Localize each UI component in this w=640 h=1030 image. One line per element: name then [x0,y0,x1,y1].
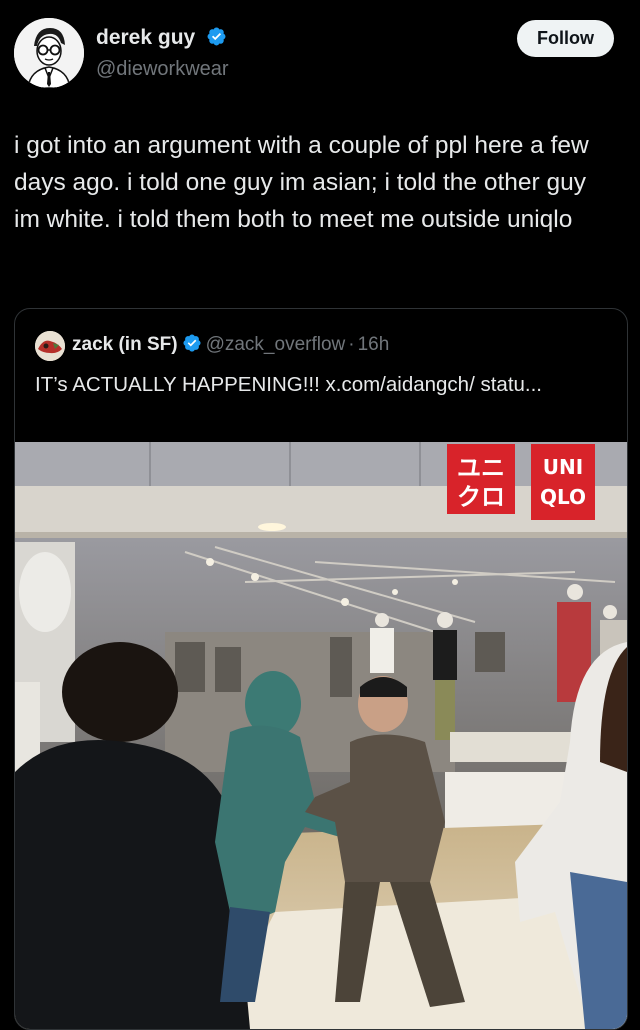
quoted-tweet-text: IT’s ACTUALLY HAPPENING!!! x.com/aidangc… [35,373,543,396]
author-handle[interactable]: @dieworkwear [96,58,229,81]
quoted-author-avatar[interactable] [35,331,65,361]
quoted-verified-badge-icon [183,334,201,352]
author-avatar[interactable] [14,18,84,88]
meta-separator: · [348,334,355,355]
tweet-text: i got into an argument with a couple of … [14,132,589,233]
quoted-tweet-meta: zack (in SF) @zack_overflow · 16h [72,333,389,356]
quoted-author-handle[interactable]: @zack_overflow [206,334,346,355]
sign-qlo: QLO [540,485,586,509]
store-scene-photo: ユニ クロ UNI QLO [15,442,627,1029]
quoted-tweet-media[interactable]: ユニ クロ UNI QLO [15,442,627,1029]
tweet-header: derek guy @dieworkwear Follow [0,0,640,100]
person-left-head [62,642,178,742]
author-name-row[interactable]: derek guy [96,26,227,50]
follow-button[interactable]: Follow [517,20,614,57]
sign-katakana-top: ユニ [457,454,505,482]
quoted-tweet-time[interactable]: 16h [358,334,390,355]
sign-katakana-bottom: クロ [457,483,505,511]
verified-badge-icon [207,27,226,46]
sign-uni: UNI [543,455,583,479]
quoted-author-name[interactable]: zack (in SF) [72,334,178,355]
author-name[interactable]: derek guy [96,26,195,49]
quoted-tweet-card[interactable]: zack (in SF) @zack_overflow · 16h IT’s ACT… [14,308,628,1030]
